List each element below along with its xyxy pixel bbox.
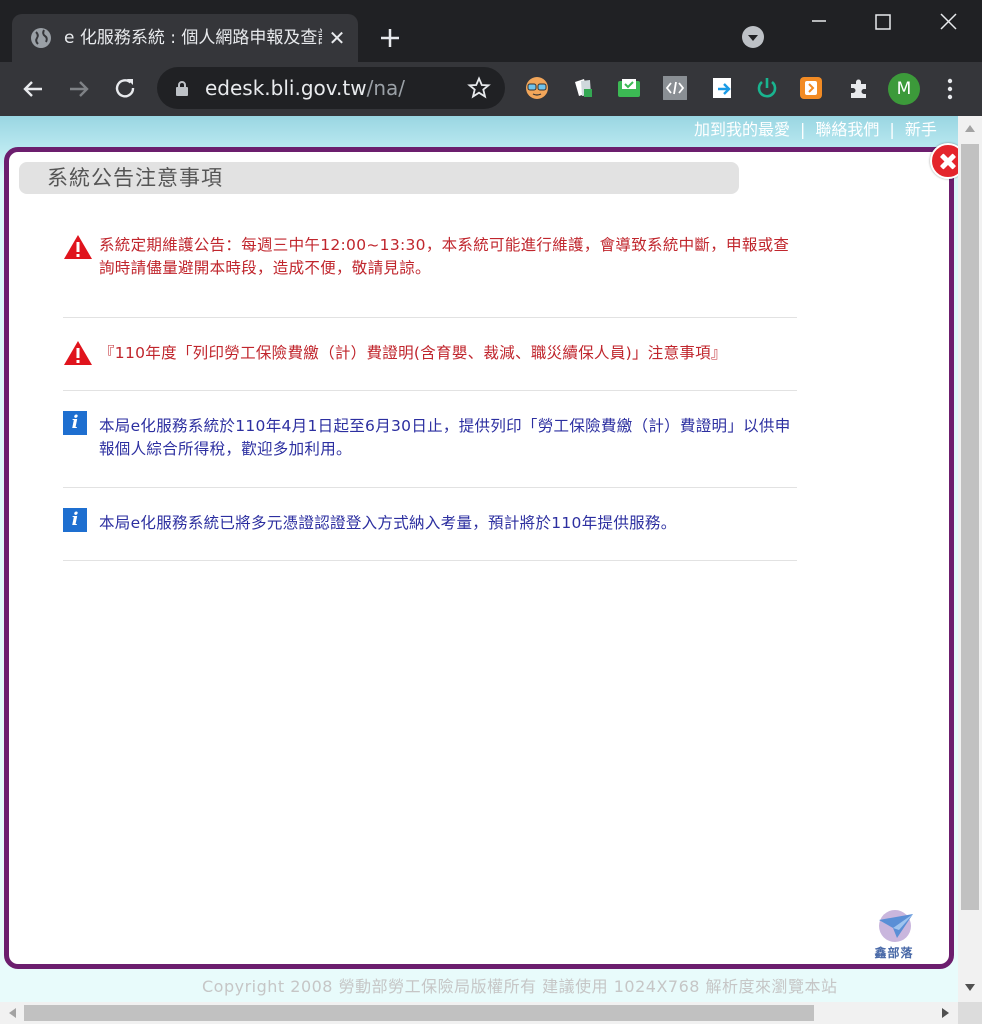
maximize-icon[interactable] bbox=[860, 0, 906, 44]
extension-pages-icon[interactable] bbox=[570, 75, 596, 101]
add-favorite-link[interactable]: 加到我的最愛 bbox=[694, 119, 790, 141]
back-arrow-icon[interactable] bbox=[18, 74, 48, 104]
contact-us-link[interactable]: 聯絡我們 bbox=[815, 119, 879, 141]
scrollbar-corner bbox=[958, 1002, 982, 1024]
window-close-icon[interactable] bbox=[926, 0, 972, 44]
scroll-down-arrow-icon[interactable] bbox=[965, 984, 975, 992]
forward-arrow-icon[interactable] bbox=[64, 74, 94, 104]
browser-toolbar: edesk.bli.gov.tw/na/ M bbox=[0, 62, 982, 116]
tab-close-icon[interactable]: ✕ bbox=[326, 27, 348, 49]
tab-search-icon[interactable] bbox=[742, 26, 764, 48]
address-bar[interactable]: edesk.bli.gov.tw/na/ bbox=[157, 67, 505, 109]
announcement-modal: 系統公告注意事項 系統定期維護公告：每週三中午12:00~13:30，本系統可能… bbox=[4, 143, 966, 969]
scroll-left-arrow-icon[interactable] bbox=[8, 1008, 16, 1018]
menu-kebab-icon[interactable] bbox=[940, 77, 960, 101]
tab-title: e 化服務系統 : 個人網路申報及查詢作業 bbox=[64, 28, 322, 48]
vertical-scroll-thumb[interactable] bbox=[961, 144, 979, 910]
browser-tabstrip: e 化服務系統 : 個人網路申報及查詢作業 ✕ bbox=[0, 0, 982, 62]
horizontal-scrollbar[interactable] bbox=[0, 1002, 958, 1024]
extension-face-icon[interactable] bbox=[524, 75, 550, 101]
profile-avatar[interactable]: M bbox=[888, 73, 920, 105]
notice-item[interactable]: 『110年度「列印勞工保險費繳（計）費證明(含育嬰、裁減、職災續保人員)」注意事… bbox=[63, 318, 797, 391]
notice-text[interactable]: 『110年度「列印勞工保險費繳（計）費證明(含育嬰、裁減、職災續保人員)」注意事… bbox=[99, 342, 797, 365]
notice-item: i 本局e化服務系統於110年4月1日起至6月30日止，提供列印「勞工保險費繳（… bbox=[63, 391, 797, 488]
notice-list: 系統定期維護公告：每週三中午12:00~13:30，本系統可能進行維護，會導致系… bbox=[63, 222, 797, 561]
url-path: /na/ bbox=[366, 76, 406, 100]
info-icon: i bbox=[63, 411, 87, 435]
top-links: 加到我的最愛 | 聯絡我們 | 新手 bbox=[694, 119, 937, 141]
paper-plane-logo-icon bbox=[879, 910, 913, 942]
watermark-logo: 鑫部落 bbox=[867, 908, 921, 966]
modal-title: 系統公告注意事項 bbox=[47, 166, 223, 190]
scroll-up-arrow-icon[interactable] bbox=[965, 124, 975, 132]
notice-text: 本局e化服務系統於110年4月1日起至6月30日止，提供列印「勞工保險費繳（計）… bbox=[99, 417, 791, 458]
browser-tab-active[interactable]: e 化服務系統 : 個人網路申報及查詢作業 ✕ bbox=[12, 14, 358, 62]
info-icon: i bbox=[63, 508, 87, 532]
warning-triangle-icon bbox=[64, 341, 92, 365]
beginner-link[interactable]: 新手 bbox=[905, 119, 937, 141]
extension-orange-icon[interactable] bbox=[798, 75, 824, 101]
globe-icon bbox=[31, 28, 51, 48]
link-separator: | bbox=[889, 120, 895, 139]
page-viewport: 加到我的最愛 | 聯絡我們 | 新手 Copyright 2008 勞動部勞工保險局版權… bbox=[0, 116, 982, 1024]
warning-triangle-icon bbox=[64, 235, 92, 259]
notice-text: 系統定期維護公告：每週三中午12:00~13:30，本系統可能進行維護，會導致系… bbox=[99, 236, 790, 277]
minimize-icon[interactable] bbox=[796, 0, 842, 44]
watermark-text: 鑫部落 bbox=[874, 946, 914, 960]
notice-item: 系統定期維護公告：每週三中午12:00~13:30，本系統可能進行維護，會導致系… bbox=[63, 222, 797, 318]
extension-mail-check-icon[interactable] bbox=[616, 75, 642, 101]
reload-icon[interactable] bbox=[110, 74, 140, 104]
horizontal-scroll-thumb[interactable] bbox=[24, 1005, 814, 1021]
vertical-scrollbar[interactable] bbox=[958, 116, 982, 1002]
lock-icon bbox=[176, 81, 188, 96]
url-text: edesk.bli.gov.tw/na/ bbox=[205, 76, 405, 100]
extension-code-icon[interactable] bbox=[662, 75, 688, 101]
copyright-footer: Copyright 2008 勞動部勞工保險局版權所有 建議使用 1024X76… bbox=[202, 977, 838, 996]
link-separator: | bbox=[800, 120, 806, 139]
extension-power-icon[interactable] bbox=[754, 75, 780, 101]
scroll-right-arrow-icon[interactable] bbox=[942, 1008, 950, 1018]
extension-share-icon[interactable] bbox=[710, 75, 736, 101]
modal-header-bar: 系統公告注意事項 bbox=[19, 162, 739, 194]
bookmark-star-icon[interactable] bbox=[467, 76, 491, 100]
url-host: edesk.bli.gov.tw bbox=[205, 76, 367, 100]
extensions-puzzle-icon[interactable] bbox=[846, 75, 872, 101]
new-tab-plus-icon[interactable] bbox=[376, 24, 404, 52]
notice-item: i 本局e化服務系統已將多元憑證認證登入方式納入考量，預計將於110年提供服務。 bbox=[63, 488, 797, 561]
notice-text: 本局e化服務系統已將多元憑證認證登入方式納入考量，預計將於110年提供服務。 bbox=[99, 514, 677, 532]
